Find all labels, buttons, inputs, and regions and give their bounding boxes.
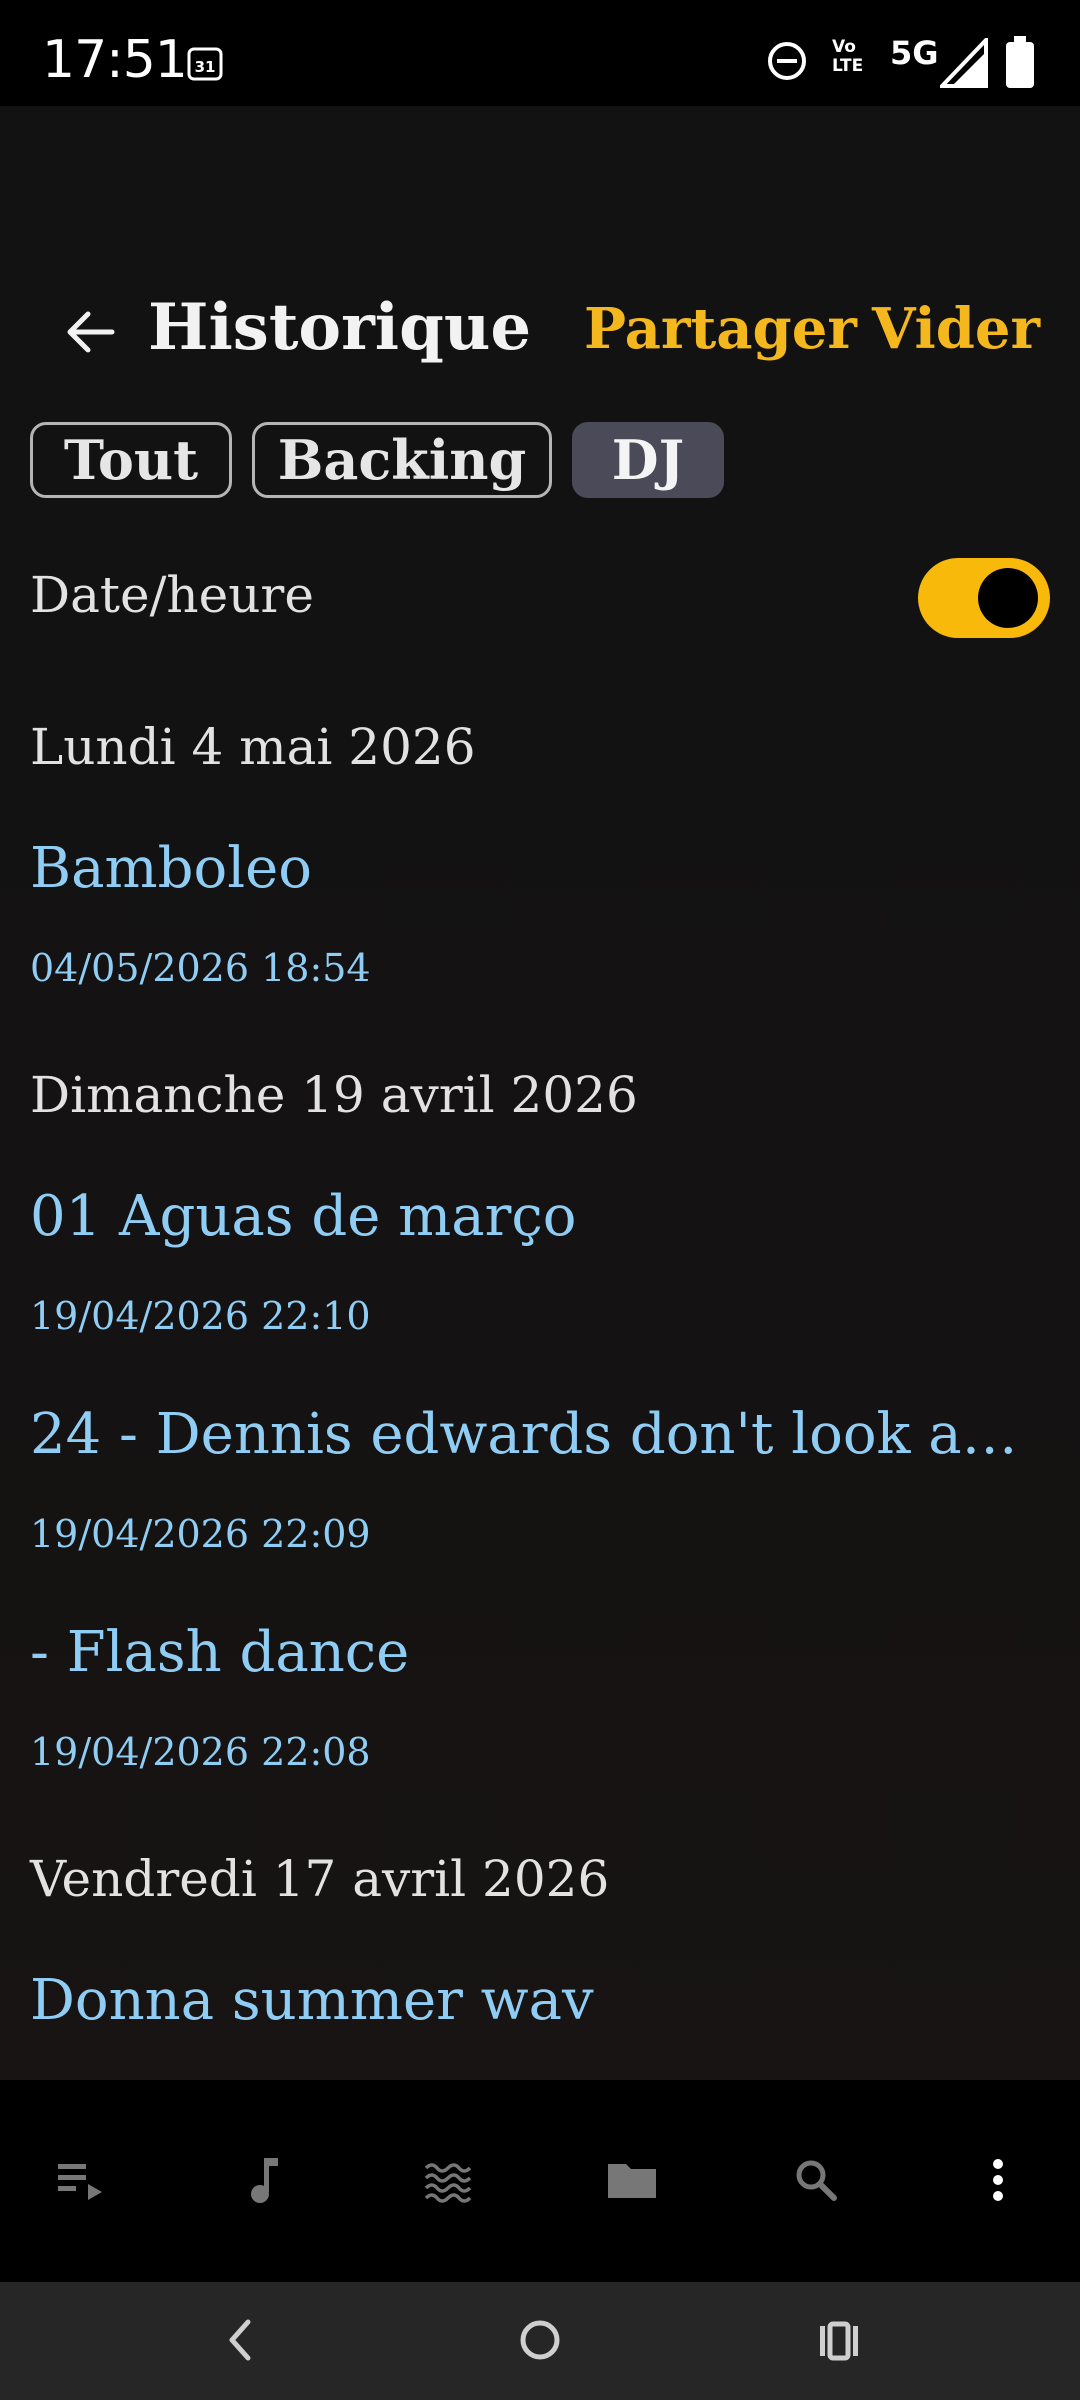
signal-icon [937, 35, 988, 92]
date-header: Lundi 4 mai 2026 [30, 718, 476, 776]
date-header: Vendredi 17 avril 2026 [30, 1850, 610, 1908]
history-screen: Historique Partager Vider Tout Backing D… [0, 106, 1080, 2080]
page-title: Historique [148, 290, 532, 365]
volte-bottom: LTE [832, 56, 864, 76]
datetime-toggle-switch[interactable] [918, 558, 1050, 638]
more-vert-icon[interactable] [968, 2150, 1028, 2210]
volte-top: Vo [832, 37, 856, 57]
bottom-toolbar [0, 2080, 1080, 2282]
svg-text:31: 31 [195, 58, 216, 76]
filter-chip-all[interactable]: Tout [30, 422, 232, 498]
nav-home-icon[interactable] [516, 2312, 564, 2372]
history-item-title[interactable]: - Flash dance [30, 1620, 1050, 1685]
switch-knob [978, 568, 1038, 628]
do-not-disturb-icon [766, 40, 808, 86]
status-time: 17:51 [42, 30, 188, 90]
history-item-timestamp: 19/04/2026 22:09 [30, 1512, 371, 1556]
history-item-timestamp: 04/05/2026 18:54 [30, 946, 371, 990]
history-item-title[interactable]: Bamboleo [30, 836, 1050, 901]
nav-back-icon[interactable] [220, 2312, 260, 2372]
date-header: Dimanche 19 avril 2026 [30, 1066, 638, 1124]
battery-icon [1004, 36, 1036, 94]
history-item-timestamp: 19/04/2026 22:08 [30, 1730, 371, 1774]
queue-icon[interactable] [52, 2150, 112, 2210]
calendar-icon: 31 [186, 44, 224, 86]
filter-chip-dj[interactable]: DJ [572, 422, 724, 498]
nav-recents-icon[interactable] [814, 2312, 862, 2372]
clear-button[interactable]: Vider [872, 296, 1040, 362]
back-arrow-icon[interactable] [62, 304, 118, 360]
folder-icon[interactable] [602, 2150, 662, 2210]
system-nav-bar [0, 2282, 1080, 2400]
datetime-toggle-row: Date/heure [0, 546, 1080, 646]
share-button[interactable]: Partager [584, 296, 857, 362]
history-item-title[interactable]: 24 - Dennis edwards don't look an... [30, 1402, 1050, 1467]
top-app-bar: Historique Partager Vider [0, 274, 1080, 384]
music-note-icon[interactable] [234, 2150, 294, 2210]
history-item-title[interactable]: 01 Aguas de março [30, 1184, 1050, 1249]
filter-chip-backing[interactable]: Backing [252, 422, 552, 498]
datetime-toggle-label: Date/heure [30, 566, 314, 624]
search-icon[interactable] [786, 2150, 846, 2210]
volte-icon: Vo LTE [832, 38, 880, 76]
waves-icon[interactable] [418, 2150, 478, 2210]
status-bar: 17:51 31 Vo LTE 5G [0, 0, 1080, 106]
network-type: 5G [890, 34, 939, 72]
history-item-title[interactable]: Donna summer wav [30, 1968, 1050, 2033]
history-item-timestamp: 19/04/2026 22:10 [30, 1294, 371, 1338]
